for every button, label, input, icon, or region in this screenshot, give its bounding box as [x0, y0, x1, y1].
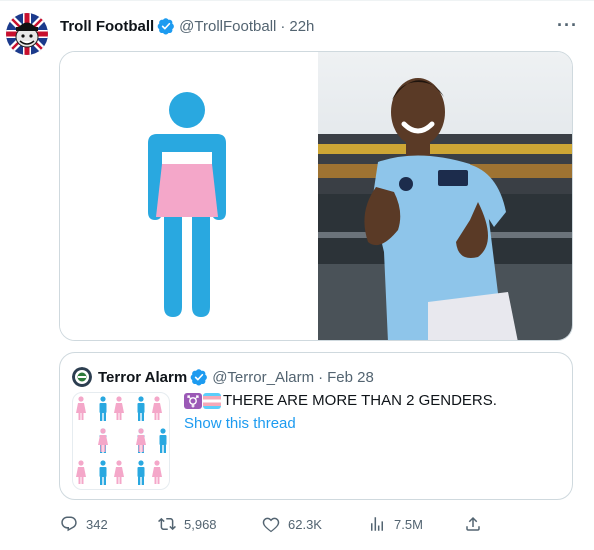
quoted-verified-badge-icon [190, 369, 208, 386]
reply-count: 342 [86, 516, 108, 532]
views-count: 7.5M [394, 516, 423, 532]
tweet-action-bar: 342 5,968 62.3K 7.5M [56, 513, 496, 535]
quoted-author-handle[interactable]: @Terror_Alarm [212, 369, 314, 386]
views-chart-icon [371, 517, 383, 531]
person-with-skirt-icon [148, 92, 226, 317]
separator-dot: · [280, 17, 286, 35]
author-display-name[interactable]: Troll Football [60, 18, 154, 35]
tweet-timestamp[interactable]: 22h [289, 18, 314, 35]
media-image-footballer[interactable] [318, 52, 572, 340]
share-button[interactable] [464, 513, 490, 535]
quoted-tweet-text: THERE ARE MORE THAN 2 GENDERS. [184, 392, 497, 409]
verified-badge-icon [157, 18, 175, 35]
quoted-tweet-header: Terror Alarm @Terror_Alarm · Feb 28 [72, 367, 374, 387]
author-handle[interactable]: @TrollFootball [179, 18, 276, 35]
transgender-flag-icon [203, 392, 221, 409]
show-this-thread-link[interactable]: Show this thread [184, 415, 296, 432]
retweet-icon [158, 517, 176, 531]
tweet-media[interactable] [59, 51, 573, 341]
media-image-toilet-sign[interactable] [60, 52, 318, 340]
reply-button[interactable]: 342 [60, 513, 108, 535]
like-button[interactable]: 62.3K [262, 513, 322, 535]
gender-figures-grid-icon [76, 396, 167, 485]
reply-icon [61, 516, 77, 532]
heart-icon [262, 517, 280, 533]
union-jack-troll-avatar-icon [6, 13, 48, 55]
quoted-tweet[interactable]: Terror Alarm @Terror_Alarm · Feb 28 THER… [59, 352, 573, 500]
tweet-header: Troll Football @TrollFootball · 22h ··· [60, 15, 578, 37]
quoted-tweet-date[interactable]: Feb 28 [327, 369, 374, 386]
quoted-media-thumbnail[interactable] [72, 392, 170, 490]
terror-alarm-avatar-icon[interactable] [72, 367, 92, 387]
quoted-tweet-body: THERE ARE MORE THAN 2 GENDERS. [223, 392, 497, 409]
retweet-button[interactable]: 5,968 [158, 513, 217, 535]
transgender-symbol-icon [184, 392, 202, 409]
like-count: 62.3K [288, 516, 322, 532]
author-avatar[interactable] [6, 13, 48, 55]
quoted-separator-dot: · [318, 368, 324, 386]
retweet-count: 5,968 [184, 516, 217, 532]
tweet[interactable]: Troll Football @TrollFootball · 22h ··· [0, 0, 594, 550]
share-icon [466, 516, 480, 531]
more-dots-icon[interactable]: ··· [557, 15, 578, 36]
views-button[interactable]: 7.5M [368, 513, 423, 535]
footballer-photo-icon [318, 52, 572, 340]
quoted-author-display-name[interactable]: Terror Alarm [98, 369, 187, 386]
